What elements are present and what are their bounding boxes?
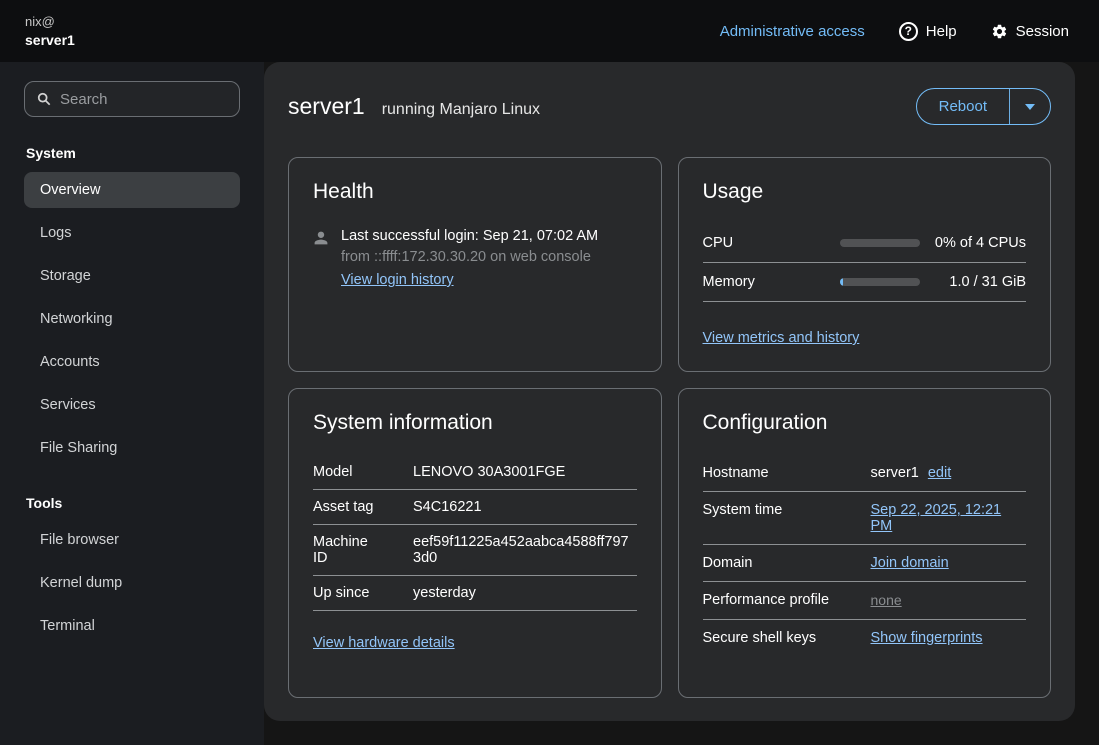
- join-domain-link[interactable]: Join domain: [871, 555, 949, 571]
- brand-user: nix@: [25, 14, 75, 29]
- help-menu[interactable]: ? Help: [899, 22, 957, 41]
- sidebar-item-terminal[interactable]: Terminal: [24, 608, 240, 644]
- hostname-value: server1: [871, 465, 919, 481]
- session-label: Session: [1016, 23, 1069, 40]
- system-information-title: System information: [313, 411, 637, 435]
- memory-usage-row: Memory 1.0 / 31 GiB: [703, 263, 1027, 302]
- cpu-usage-row: CPU 0% of 4 CPUs: [703, 224, 1027, 263]
- brand: nix@ server1: [25, 14, 75, 48]
- split-divider: [1009, 89, 1010, 124]
- model-label: Model: [313, 464, 385, 480]
- sidebar-item-storage[interactable]: Storage: [24, 258, 240, 294]
- model-value: LENOVO 30A3001FGE: [413, 464, 637, 480]
- panel-header: server1 running Manjaro Linux Reboot: [288, 88, 1051, 125]
- sidebar: System Overview Logs Storage Networking …: [0, 62, 264, 745]
- performance-profile-row: Performance profile none: [703, 582, 1027, 620]
- system-information-card: System information Model LENOVO 30A3001F…: [288, 388, 662, 698]
- sidebar-search[interactable]: [24, 81, 240, 117]
- secure-shell-keys-row: Secure shell keys Show fingerprints: [703, 620, 1027, 656]
- asset-tag-row: Asset tag S4C16221: [313, 490, 637, 525]
- domain-row: Domain Join domain: [703, 545, 1027, 582]
- sidebar-item-networking[interactable]: Networking: [24, 301, 240, 337]
- page-title-hostname: server1: [288, 93, 365, 120]
- os-subtitle: running Manjaro Linux: [382, 101, 540, 119]
- sidebar-item-accounts[interactable]: Accounts: [24, 344, 240, 380]
- sidebar-item-file-browser[interactable]: File browser: [24, 522, 240, 558]
- view-metrics-link[interactable]: View metrics and history: [703, 330, 860, 346]
- administrative-access-link[interactable]: Administrative access: [720, 23, 865, 40]
- asset-tag-value: S4C16221: [413, 499, 637, 515]
- masthead: nix@ server1 Administrative access ? Hel…: [0, 0, 1099, 62]
- system-time-label: System time: [703, 502, 871, 518]
- domain-label: Domain: [703, 555, 871, 571]
- view-hardware-details-link[interactable]: View hardware details: [313, 635, 455, 651]
- sidebar-item-file-sharing[interactable]: File Sharing: [24, 430, 240, 466]
- hostname-row: Hostname server1 edit: [703, 455, 1027, 492]
- health-card: Health Last successful login: Sep 21, 07…: [288, 157, 662, 372]
- usage-card: Usage CPU 0% of 4 CPUs Memory 1.0 / 31 G…: [678, 157, 1052, 372]
- memory-progress-bar: [840, 278, 920, 286]
- cpu-value: 0% of 4 CPUs: [920, 235, 1027, 251]
- sidebar-section-tools: Tools: [0, 485, 264, 519]
- configuration-card: Configuration Hostname server1 edit Syste…: [678, 388, 1052, 698]
- cpu-progress-bar: [840, 239, 920, 247]
- machine-id-value: eef59f11225a452aabca4588ff7973d0: [413, 534, 637, 566]
- login-source-text: from ::ffff:172.30.30.20 on web console: [341, 249, 598, 265]
- overview-panel: server1 running Manjaro Linux Reboot Hea…: [264, 62, 1075, 721]
- reboot-split-button: Reboot: [916, 88, 1051, 125]
- session-menu[interactable]: Session: [991, 23, 1069, 40]
- help-label: Help: [926, 23, 957, 40]
- up-since-row: Up since yesterday: [313, 576, 637, 611]
- health-title: Health: [313, 180, 637, 204]
- brand-hostname: server1: [25, 32, 75, 48]
- memory-value: 1.0 / 31 GiB: [920, 274, 1027, 290]
- cpu-label: CPU: [703, 235, 840, 251]
- up-since-label: Up since: [313, 585, 385, 601]
- up-since-value: yesterday: [413, 585, 637, 601]
- reboot-button[interactable]: Reboot: [917, 89, 1009, 124]
- gear-icon: [991, 23, 1008, 40]
- caret-down-icon: [1025, 104, 1035, 110]
- sidebar-section-system: System: [0, 135, 264, 169]
- sidebar-item-overview[interactable]: Overview: [24, 172, 240, 208]
- edit-hostname-link[interactable]: edit: [928, 465, 951, 481]
- configuration-title: Configuration: [703, 411, 1027, 435]
- show-fingerprints-link[interactable]: Show fingerprints: [871, 630, 983, 646]
- search-icon: [37, 92, 51, 106]
- memory-label: Memory: [703, 274, 840, 290]
- machine-id-row: Machine ID eef59f11225a452aabca4588ff797…: [313, 525, 637, 576]
- system-time-link[interactable]: Sep 22, 2025, 12:21 PM: [871, 502, 1002, 534]
- secure-shell-keys-label: Secure shell keys: [703, 630, 871, 646]
- system-time-row: System time Sep 22, 2025, 12:21 PM: [703, 492, 1027, 545]
- reboot-dropdown-toggle[interactable]: [1010, 89, 1050, 124]
- question-circle-icon: ?: [899, 22, 918, 41]
- view-login-history-link[interactable]: View login history: [341, 272, 454, 288]
- machine-id-label: Machine ID: [313, 534, 385, 566]
- performance-profile-label: Performance profile: [703, 592, 871, 608]
- hostname-label: Hostname: [703, 465, 871, 481]
- search-input[interactable]: [60, 91, 227, 108]
- last-login-text: Last successful login: Sep 21, 07:02 AM: [341, 228, 598, 244]
- performance-profile-value: none: [871, 592, 902, 608]
- sidebar-item-services[interactable]: Services: [24, 387, 240, 423]
- asset-tag-label: Asset tag: [313, 499, 385, 515]
- masthead-nav: Administrative access ? Help Session: [720, 22, 1069, 41]
- sidebar-item-logs[interactable]: Logs: [24, 215, 240, 251]
- user-icon: [313, 230, 329, 246]
- usage-title: Usage: [703, 180, 1027, 204]
- model-row: Model LENOVO 30A3001FGE: [313, 455, 637, 490]
- sidebar-item-kernel-dump[interactable]: Kernel dump: [24, 565, 240, 601]
